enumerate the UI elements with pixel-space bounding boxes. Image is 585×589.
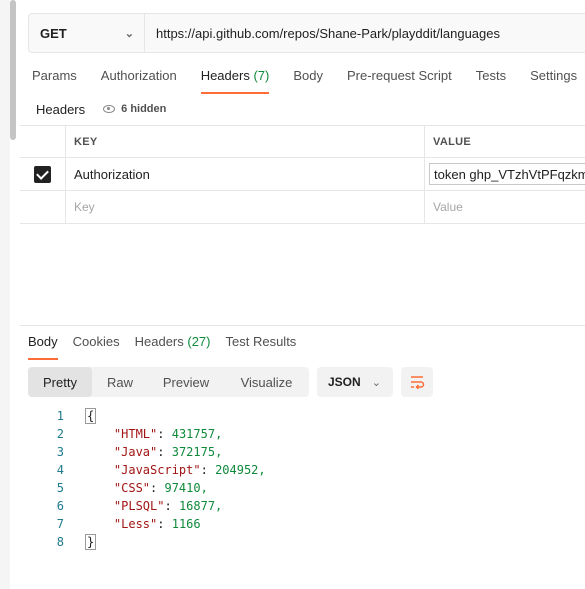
chevron-down-icon: ⌄ <box>371 376 381 389</box>
view-preview-button[interactable]: Preview <box>148 367 224 397</box>
method-label: GET <box>40 25 67 41</box>
json-value: 1166 <box>171 517 201 531</box>
tab-label: Tests <box>475 68 507 83</box>
code-line: 1 { <box>28 407 266 425</box>
tab-settings[interactable]: Settings <box>530 68 577 94</box>
line-number: 1 <box>56 409 64 423</box>
headers-subheader: Headers 6 hidden <box>36 101 172 117</box>
eye-icon <box>103 105 116 113</box>
tab-count: (7) <box>253 68 270 83</box>
line-number: 6 <box>56 499 64 513</box>
tab-label: Test Results <box>225 334 297 349</box>
header-enabled-checkbox[interactable] <box>34 165 51 183</box>
open-brace: { <box>85 408 97 424</box>
tab-authorization[interactable]: Authorization <box>101 68 177 94</box>
response-tabs: Body Cookies Headers (27) Test Results <box>28 334 311 360</box>
tab-params[interactable]: Params <box>32 68 77 94</box>
code-line: 3 "Java": 372175, <box>28 443 266 461</box>
tab-label: Body <box>293 68 323 83</box>
hidden-count-label: 6 hidden <box>121 103 167 115</box>
new-key-input[interactable]: Key <box>66 191 425 223</box>
tab-label: Params <box>32 68 77 83</box>
tab-label: Headers <box>200 68 250 83</box>
format-label: JSON <box>328 375 361 389</box>
tab-label: Authorization <box>100 68 177 83</box>
tab-body[interactable]: Body <box>293 68 323 94</box>
line-number: 4 <box>56 463 64 477</box>
wrap-lines-icon <box>411 376 425 389</box>
url-input[interactable]: https://api.github.com/repos/Shane-Park/… <box>145 26 500 41</box>
tab-response-body[interactable]: Body <box>28 334 58 360</box>
json-key: "Less" <box>113 517 158 531</box>
close-brace: } <box>85 534 97 550</box>
headers-table: KEY VALUE Authorization token ghp_VTzhVt… <box>20 125 585 224</box>
json-key: "HTML" <box>113 427 158 441</box>
view-pretty-button[interactable]: Pretty <box>28 367 92 397</box>
left-scroll-rail <box>0 0 16 589</box>
request-tabs: Params Authorization Headers (7) Body Pr… <box>32 68 585 94</box>
line-number: 7 <box>56 517 64 531</box>
tab-cookies[interactable]: Cookies <box>73 334 120 358</box>
key-column-header: KEY <box>66 126 425 157</box>
header-key-cell[interactable]: Authorization <box>66 158 425 190</box>
tab-count: (27) <box>187 334 211 349</box>
tab-pre-request-script[interactable]: Pre-request Script <box>347 68 452 94</box>
pane-divider[interactable] <box>20 325 585 326</box>
tab-label: Body <box>28 334 58 349</box>
code-line: 4 "JavaScript": 204952, <box>28 461 266 479</box>
json-value: 204952, <box>215 463 266 477</box>
line-number: 8 <box>56 535 64 549</box>
json-key: "PLSQL" <box>113 499 165 513</box>
tab-headers[interactable]: Headers (7) <box>200 68 270 94</box>
value-column-header: VALUE <box>433 135 471 148</box>
json-value: 372175, <box>171 445 223 459</box>
code-line: 8 } <box>28 533 266 551</box>
tab-tests[interactable]: Tests <box>476 68 506 94</box>
format-select[interactable]: JSON ⌄ <box>317 367 393 397</box>
hidden-headers-toggle[interactable]: 6 hidden <box>97 101 172 117</box>
tab-test-results[interactable]: Test Results <box>226 334 297 358</box>
json-value: 431757, <box>171 427 223 441</box>
line-number: 3 <box>56 445 64 459</box>
tab-label: Pre-request Script <box>346 68 452 83</box>
table-row-empty: Key Value <box>20 191 585 224</box>
wrap-lines-button[interactable] <box>401 367 433 397</box>
headers-title: Headers <box>36 101 86 117</box>
json-value: 16877, <box>178 499 223 513</box>
view-mode-segmented: Pretty Raw Preview Visualize <box>28 367 309 397</box>
code-line: 5 "CSS": 97410, <box>28 479 266 497</box>
line-number: 2 <box>56 427 64 441</box>
checkbox-column-header <box>20 126 66 157</box>
tab-label: Settings <box>530 68 578 83</box>
header-value-input[interactable]: token ghp_VTzhVtPFqzkmS <box>429 163 585 185</box>
line-number: 5 <box>56 481 64 495</box>
chevron-down-icon: ⌄ <box>124 27 134 40</box>
response-body-code[interactable]: 1 { 2 "HTML": 431757, 3 "Java": 372175, … <box>28 407 266 551</box>
code-line: 2 "HTML": 431757, <box>28 425 266 443</box>
empty-checkbox-cell <box>20 191 66 223</box>
new-value-input[interactable]: Value <box>425 191 585 223</box>
json-key: "Java" <box>113 445 158 459</box>
code-line: 7 "Less": 1166 <box>28 515 266 533</box>
table-header-row: KEY VALUE <box>20 126 585 158</box>
code-line: 6 "PLSQL": 16877, <box>28 497 266 515</box>
method-select[interactable]: GET ⌄ <box>29 14 145 52</box>
tab-label: Cookies <box>72 334 120 349</box>
table-row: Authorization token ghp_VTzhVtPFqzkmS <box>20 158 585 191</box>
url-bar: GET ⌄ https://api.github.com/repos/Shane… <box>28 13 585 53</box>
tab-label: Headers <box>134 334 184 349</box>
view-raw-button[interactable]: Raw <box>92 367 148 397</box>
scrollbar-thumb[interactable] <box>10 0 16 140</box>
tab-response-headers[interactable]: Headers (27) <box>135 334 211 358</box>
json-key: "CSS" <box>113 481 151 495</box>
json-value: 97410, <box>164 481 208 495</box>
json-key: "JavaScript" <box>113 463 201 477</box>
view-visualize-button[interactable]: Visualize <box>224 367 309 397</box>
